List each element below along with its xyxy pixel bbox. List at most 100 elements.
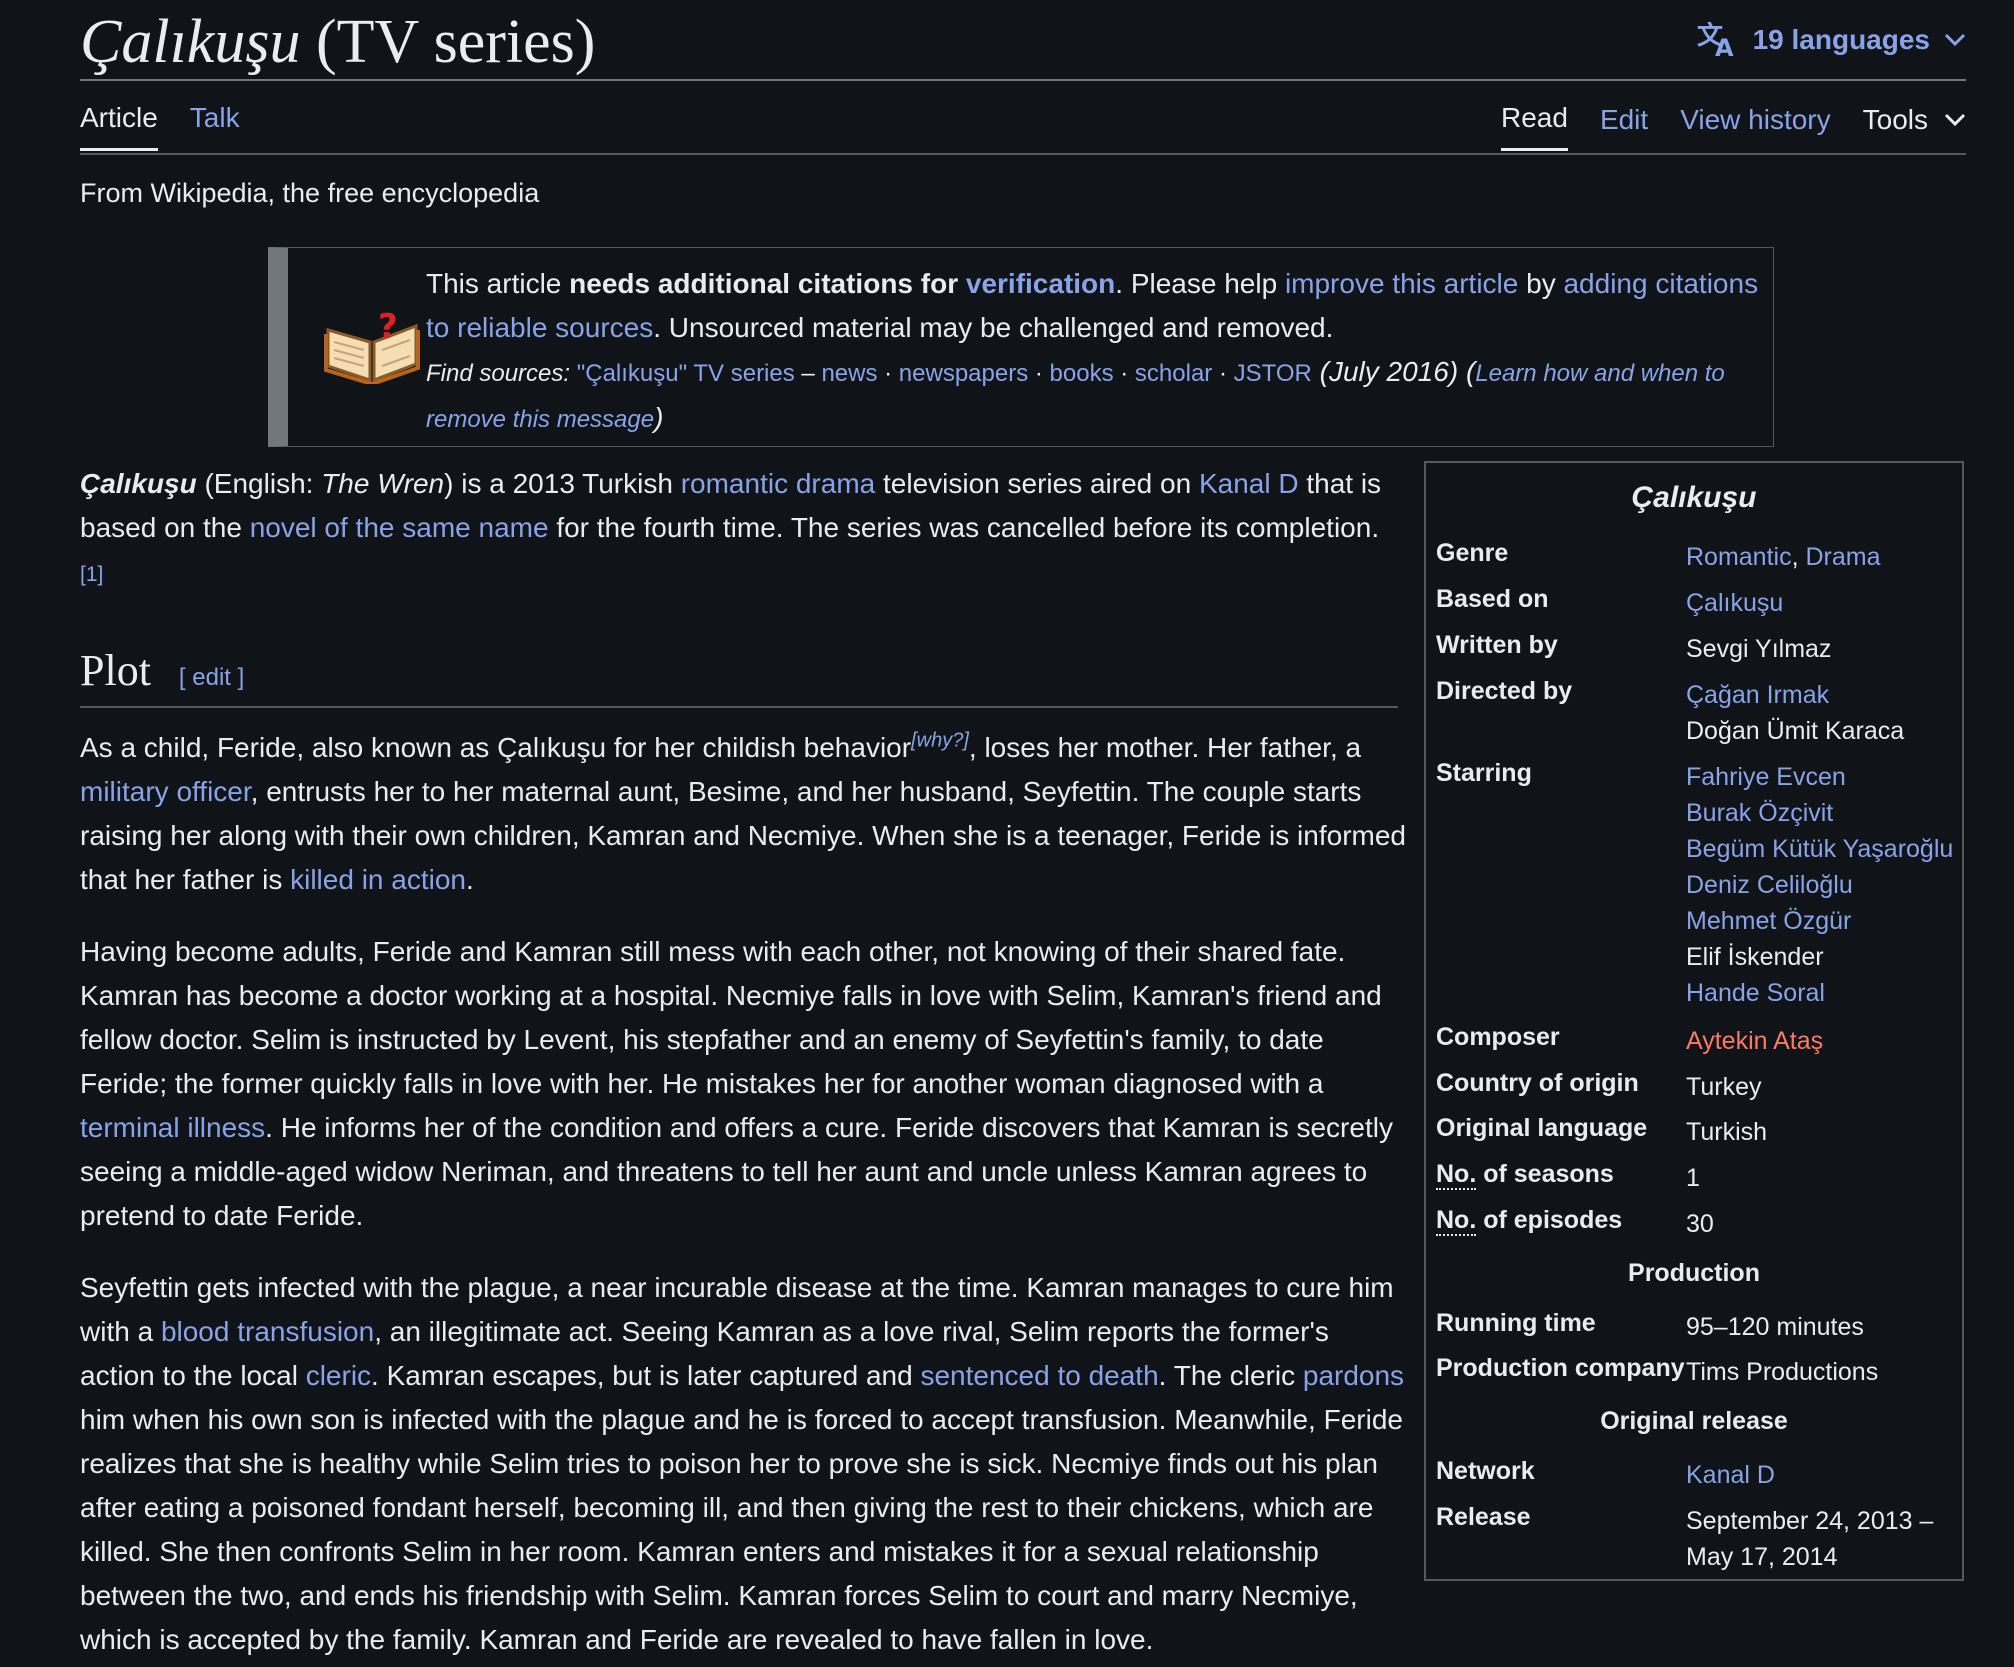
based-on-link[interactable]: Çalıkuşu [1686, 589, 1783, 617]
language-selector-button[interactable]: 文A 19 languages [1697, 22, 1966, 58]
verification-link[interactable]: verification [966, 268, 1115, 299]
page-title-rest: (TV series) [300, 8, 596, 76]
find-sources-line: Find sources: "Çalıkuşu" TV series – new… [426, 350, 1766, 442]
romantic-drama-link[interactable]: romantic drama [681, 468, 876, 499]
notice-text: This article [426, 268, 570, 299]
notice-date: (July 2016) [1311, 356, 1466, 387]
infobox-label: of seasons [1476, 1160, 1614, 1188]
infobox-label: Composer [1436, 1023, 1560, 1051]
infobox-row-based-on: Based on Çalıkuşu [1436, 585, 1954, 621]
body-text: him when his own son is infected with th… [80, 1404, 1403, 1655]
infobox-row-genre: Genre Romantic, Drama [1436, 539, 1954, 575]
blood-transfusion-link[interactable]: blood transfusion [161, 1316, 374, 1347]
body-text: television series aired on [875, 468, 1199, 499]
genre-drama-link[interactable]: Drama [1806, 543, 1881, 571]
section-edit-link[interactable]: [ edit ] [179, 664, 244, 691]
infobox-row-running-time: Running time 95–120 minutes [1436, 1309, 1954, 1345]
notice-text: by [1518, 268, 1564, 299]
pardons-link[interactable]: pardons [1303, 1360, 1404, 1391]
body-text: . Kamran escapes, but is later captured … [371, 1360, 921, 1391]
infobox-value: Tims Productions [1686, 1358, 1879, 1386]
section-heading-plot: Plot [ edit ] [80, 645, 244, 696]
cast-link[interactable]: Deniz Celiloğlu [1686, 871, 1853, 899]
sentenced-to-death-link[interactable]: sentenced to death [920, 1360, 1158, 1391]
composer-red-link[interactable]: Aytekin Ataş [1686, 1027, 1823, 1055]
tab-read[interactable]: Read [1501, 102, 1568, 151]
director-name: Doğan Ümit Karaca [1686, 717, 1905, 745]
chevron-down-icon [1944, 33, 1966, 47]
infobox-value: 1 [1686, 1164, 1700, 1192]
question-book-icon: ? [324, 308, 420, 384]
infobox-value: 95–120 minutes [1686, 1313, 1864, 1341]
plot-paragraph-3: Seyfettin gets infected with the plague,… [80, 1266, 1410, 1662]
cast-link[interactable]: Begüm Kütük Yaşaroğlu [1686, 835, 1953, 863]
infobox-row-episodes: No. of episodes 30 [1436, 1206, 1954, 1242]
reference-link[interactable]: [1] [80, 563, 103, 586]
search-query-link[interactable]: "Çalıkuşu" TV series [577, 360, 795, 387]
separator: – [794, 360, 822, 387]
separator: · [1113, 360, 1135, 387]
infobox-label: Production company [1436, 1354, 1685, 1382]
language-count-label: 19 languages [1752, 24, 1930, 55]
section-title: Plot [80, 646, 151, 695]
tools-menu-button[interactable]: Tools [1863, 104, 1966, 150]
tab-talk[interactable]: Talk [190, 102, 240, 151]
kanal-d-link[interactable]: Kanal D [1199, 468, 1299, 499]
infobox-label: Network [1436, 1457, 1535, 1485]
killed-in-action-link[interactable]: killed in action [290, 864, 466, 895]
release-start: September 24, 2013 – [1686, 1507, 1934, 1535]
cleric-link[interactable]: cleric [306, 1360, 371, 1391]
svg-text:A: A [1715, 34, 1734, 58]
infobox-value: Sevgi Yılmaz [1686, 635, 1832, 663]
newspapers-link[interactable]: newspapers [899, 360, 1028, 387]
separator: · [877, 360, 899, 387]
infobox-label: Written by [1436, 631, 1558, 659]
view-tabs: Read Edit View history Tools [1501, 102, 1966, 151]
why-note-link[interactable]: [why?] [911, 730, 969, 752]
improve-article-link[interactable]: improve this article [1285, 268, 1518, 299]
infobox-row-language: Original language Turkish [1436, 1114, 1954, 1150]
body-text: As a child, Feride, also known as Çalıku… [80, 732, 912, 763]
cast-name: Elif İskender [1686, 943, 1824, 971]
network-link[interactable]: Kanal D [1686, 1461, 1775, 1489]
tab-article[interactable]: Article [80, 102, 158, 151]
news-link[interactable]: news [821, 360, 877, 387]
infobox: Çalıkuşu Genre Romantic, Drama Based on … [1424, 461, 1964, 1581]
plot-paragraph-1: As a child, Feride, also known as Çalıku… [80, 726, 1410, 902]
infobox-row-seasons: No. of seasons 1 [1436, 1160, 1954, 1196]
translate-icon: 文A [1697, 22, 1734, 58]
infobox-label: Country of origin [1436, 1069, 1639, 1097]
infobox-label: Running time [1436, 1309, 1596, 1337]
abbreviation: No. [1436, 1206, 1477, 1236]
infobox-value: Turkish [1686, 1118, 1768, 1146]
terminal-illness-link[interactable]: terminal illness [80, 1112, 265, 1143]
scholar-link[interactable]: scholar [1135, 360, 1212, 387]
body-text: for the fourth time. The series was canc… [548, 512, 1380, 543]
infobox-label: Genre [1436, 539, 1509, 567]
infobox-row-company: Production company Tims Productions [1436, 1354, 1954, 1390]
military-officer-link[interactable]: military officer [80, 776, 251, 807]
body-text: . [465, 864, 474, 895]
paren: ) [654, 402, 664, 433]
cast-link[interactable]: Fahriye Evcen [1686, 763, 1846, 791]
tabs-divider [80, 153, 1966, 155]
cast-link[interactable]: Hande Soral [1686, 979, 1825, 1007]
body-text: , entrusts her to her maternal aunt, Bes… [80, 776, 1406, 895]
jstor-link[interactable]: JSTOR [1234, 360, 1312, 387]
tab-view-history[interactable]: View history [1680, 104, 1830, 150]
director-link[interactable]: Çağan Irmak [1686, 681, 1829, 709]
citation-notice-box: ? This article needs additional citation… [268, 247, 1774, 447]
novel-link[interactable]: novel of the same name [250, 512, 549, 543]
body-text: (English: [196, 468, 322, 499]
body-text: . The cleric [1158, 1360, 1303, 1391]
books-link[interactable]: books [1050, 360, 1114, 387]
genre-romantic-link[interactable]: Romantic [1686, 543, 1792, 571]
abbreviation: No. [1436, 1160, 1477, 1190]
tab-edit[interactable]: Edit [1600, 104, 1648, 150]
notice-text: . Unsourced material may be challenged a… [653, 312, 1334, 343]
infobox-label: of episodes [1476, 1206, 1623, 1234]
infobox-value: 30 [1686, 1210, 1714, 1238]
cast-link[interactable]: Mehmet Özgür [1686, 907, 1851, 935]
infobox-row-composer: Composer Aytekin Ataş [1436, 1023, 1954, 1059]
cast-link[interactable]: Burak Özçivit [1686, 799, 1833, 827]
